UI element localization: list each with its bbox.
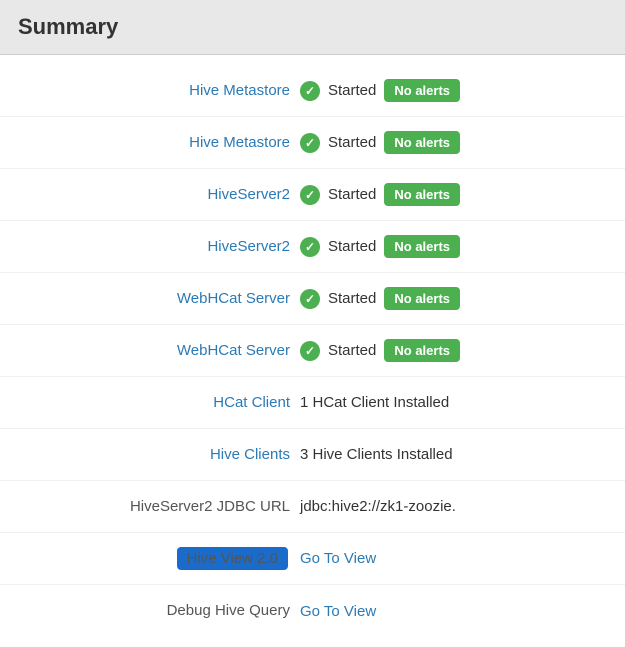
table-row: Debug Hive Query Go To View: [0, 585, 625, 637]
started-icon: [300, 341, 320, 361]
status-text: 1 HCat Client Installed: [300, 394, 449, 411]
row-label-hive-view-2: Hive View 2.0: [20, 547, 300, 570]
service-link-webhcat-server-1[interactable]: WebHCat Server: [177, 290, 290, 307]
table-row: Hive Clients 3 Hive Clients Installed: [0, 429, 625, 481]
row-value-hive-metastore-2: Started No alerts: [300, 131, 460, 154]
row-value-debug-hive-query: Go To View: [300, 603, 376, 620]
status-text: Started: [328, 134, 376, 151]
plain-label-hiveserver2-jdbc: HiveServer2 JDBC URL: [130, 498, 290, 515]
row-value-webhcat-server-1: Started No alerts: [300, 287, 460, 310]
page-title: Summary: [18, 14, 118, 39]
service-link-hive-metastore-2[interactable]: Hive Metastore: [189, 134, 290, 151]
go-to-view-link-debug-hive-query[interactable]: Go To View: [300, 603, 376, 620]
status-text: 3 Hive Clients Installed: [300, 446, 453, 463]
highlight-label-hive-view-2: Hive View 2.0: [177, 547, 288, 570]
row-value-hive-view-2: Go To View: [300, 550, 376, 567]
no-alerts-badge: No alerts: [384, 235, 460, 258]
no-alerts-badge: No alerts: [384, 131, 460, 154]
table-row: HiveServer2 Started No alerts: [0, 169, 625, 221]
summary-body: Hive MetastoreStartedNo alertsHive Metas…: [0, 55, 625, 647]
row-value-hiveserver2-2: Started No alerts: [300, 235, 460, 258]
service-link-hive-clients[interactable]: Hive Clients: [210, 446, 290, 463]
started-icon: [300, 185, 320, 205]
service-link-hive-metastore-1[interactable]: Hive Metastore: [189, 82, 290, 99]
table-row: HiveServer2 Started No alerts: [0, 221, 625, 273]
table-row: WebHCat Server Started No alerts: [0, 325, 625, 377]
started-icon: [300, 81, 320, 101]
table-row: HCat Client 1 HCat Client Installed: [0, 377, 625, 429]
row-label-webhcat-server-2: WebHCat Server: [20, 342, 300, 360]
no-alerts-badge: No alerts: [384, 79, 460, 102]
status-text: jdbc:hive2://zk1-zoozie.: [300, 498, 456, 515]
table-row: Hive Metastore Started No alerts: [0, 65, 625, 117]
started-icon: [300, 289, 320, 309]
row-value-hiveserver2-1: Started No alerts: [300, 183, 460, 206]
row-label-webhcat-server-1: WebHCat Server: [20, 290, 300, 308]
row-value-hive-clients: 3 Hive Clients Installed: [300, 446, 453, 463]
row-label-hiveserver2-2: HiveServer2: [20, 238, 300, 256]
summary-header: Summary: [0, 0, 625, 55]
service-link-hcat-client[interactable]: HCat Client: [213, 394, 290, 411]
table-row: Hive Metastore Started No alerts: [0, 117, 625, 169]
service-link-hiveserver2-1[interactable]: HiveServer2: [207, 186, 290, 203]
status-text: Started: [328, 342, 376, 359]
row-label-hiveserver2-jdbc: HiveServer2 JDBC URL: [20, 498, 300, 516]
table-row: HiveServer2 JDBC URL jdbc:hive2://zk1-zoo…: [0, 481, 625, 533]
row-value-hive-metastore-1: Started No alerts: [300, 79, 460, 102]
no-alerts-badge: No alerts: [384, 183, 460, 206]
table-row: Hive View 2.0 Go To View: [0, 533, 625, 585]
row-label-hiveserver2-1: HiveServer2: [20, 186, 300, 204]
status-text: Started: [328, 238, 376, 255]
service-link-hiveserver2-2[interactable]: HiveServer2: [207, 238, 290, 255]
row-label-hive-metastore-1: Hive Metastore: [20, 82, 300, 100]
row-value-hiveserver2-jdbc: jdbc:hive2://zk1-zoozie.: [300, 498, 456, 515]
go-to-view-link-hive-view-2[interactable]: Go To View: [300, 550, 376, 567]
status-text: Started: [328, 186, 376, 203]
started-icon: [300, 133, 320, 153]
plain-label-debug-hive-query: Debug Hive Query: [167, 602, 290, 619]
no-alerts-badge: No alerts: [384, 287, 460, 310]
status-text: Started: [328, 82, 376, 99]
row-value-hcat-client: 1 HCat Client Installed: [300, 394, 449, 411]
status-text: Started: [328, 290, 376, 307]
row-label-hive-metastore-2: Hive Metastore: [20, 134, 300, 152]
row-label-hive-clients: Hive Clients: [20, 446, 300, 464]
summary-panel: Summary Hive MetastoreStartedNo alertsHi…: [0, 0, 625, 647]
row-label-debug-hive-query: Debug Hive Query: [20, 602, 300, 620]
row-value-webhcat-server-2: Started No alerts: [300, 339, 460, 362]
table-row: WebHCat Server Started No alerts: [0, 273, 625, 325]
service-link-webhcat-server-2[interactable]: WebHCat Server: [177, 342, 290, 359]
started-icon: [300, 237, 320, 257]
row-label-hcat-client: HCat Client: [20, 394, 300, 412]
no-alerts-badge: No alerts: [384, 339, 460, 362]
